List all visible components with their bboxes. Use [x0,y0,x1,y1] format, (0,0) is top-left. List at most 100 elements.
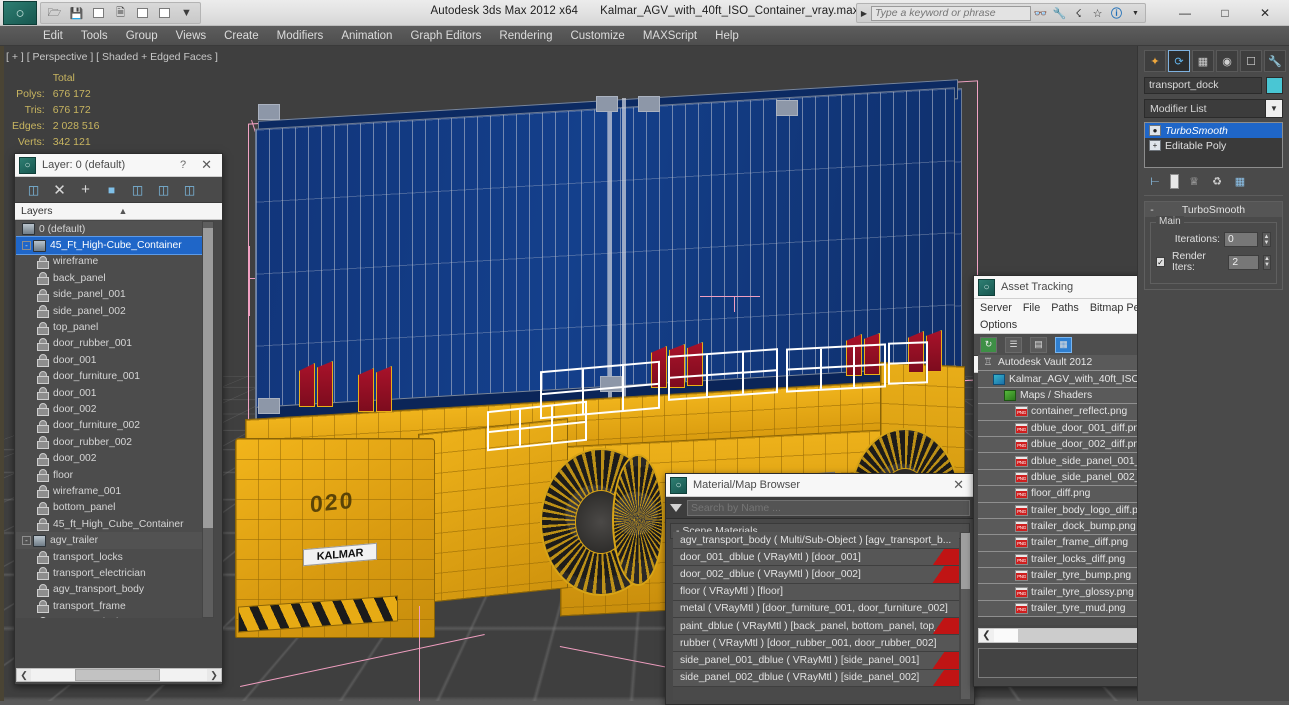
menu-item-create[interactable]: Create [215,28,268,44]
modifier-stack-item-turbosmooth[interactable]: ● TurboSmooth [1145,123,1282,138]
layer-row[interactable]: door_rubber_002 [16,434,212,450]
layer-column-header[interactable]: Layers ▲ [15,203,222,220]
search-input[interactable] [871,5,1031,21]
modifier-stack[interactable]: ● TurboSmooth + Editable Poly [1144,122,1283,168]
grid-view-icon[interactable]: ▦ [1055,336,1072,353]
remove-modifier-icon[interactable]: ♻ [1209,174,1225,189]
scroll-left-icon[interactable]: ❮ [979,630,994,641]
menu-item-graph-editors[interactable]: Graph Editors [401,28,490,44]
layer-row[interactable]: top_panel [16,319,212,335]
new-icon[interactable] [89,4,108,22]
layer-explorer-title-bar[interactable]: ○ Layer: 0 (default) ? ✕ [15,154,222,177]
render-iters-checkbox[interactable]: ✓ [1156,257,1166,267]
highlight-selected-icon[interactable]: ◫ [129,181,146,198]
delete-layer-icon[interactable]: ✕ [51,181,68,199]
iterations-spinner[interactable]: ▲ ▼ [1262,232,1271,247]
expand-collapse-icon[interactable]: - [22,536,31,546]
layer-row[interactable]: door_002 [16,450,212,466]
material-row[interactable]: floor ( VRayMtl ) [floor] [673,583,959,601]
render-iters-spinner[interactable]: ▲ ▼ [1262,254,1271,270]
render-iters-field[interactable]: 2 [1228,254,1259,270]
layer-row[interactable]: side_panel_001 [16,287,212,303]
configure-modifier-sets-icon[interactable]: ▦ [1232,174,1248,189]
expand-icon[interactable]: + [1149,140,1161,151]
rollout-header[interactable]: - TurboSmooth [1145,202,1282,217]
layer-vertical-scrollbar[interactable] [202,221,214,618]
layer-row[interactable]: agv_transport_body [16,582,212,598]
layer-row[interactable]: wireframe_001 [16,483,212,499]
lightbulb-icon[interactable]: ● [1149,125,1161,136]
scrollbar-track[interactable] [31,669,207,681]
menu-item-rendering[interactable]: Rendering [490,28,561,44]
import-icon[interactable]: 🗎 [111,4,130,22]
close-icon[interactable]: ✕ [195,157,218,173]
pin-stack-icon[interactable]: ⊢ [1147,174,1163,189]
menu-item-group[interactable]: Group [117,28,167,44]
menu-item-animation[interactable]: Animation [332,28,401,44]
menu-item-edit[interactable]: Edit [34,28,72,44]
expand-collapse-icon[interactable]: - [22,241,31,251]
save-icon[interactable]: 💾 [67,4,86,22]
select-objects-icon[interactable]: ◫ [155,181,172,198]
chevron-down-icon[interactable]: ▼ [177,4,196,22]
add-selection-icon[interactable]: + [77,181,94,198]
material-search-input[interactable] [687,499,970,516]
create-new-layer-icon[interactable]: ◫ [25,181,42,198]
menu-item-views[interactable]: Views [167,28,215,44]
app-logo-icon[interactable]: ○ [3,1,37,25]
modifier-list-dropdown[interactable]: Modifier List ▼ [1144,99,1283,118]
help-icon[interactable]: ? [171,159,195,171]
layer-row[interactable]: door_001 [16,352,212,368]
motion-tab-icon[interactable]: ◉ [1216,50,1238,72]
menu-item-file[interactable]: File [1023,302,1040,314]
material-row[interactable]: agv_transport_body ( Multi/Sub-Object ) … [673,532,959,550]
show-end-result-icon[interactable] [1170,174,1179,189]
material-row[interactable]: side_panel_002_dblue ( VRayMtl ) [side_p… [673,669,959,687]
scroll-right-icon[interactable]: ❯ [207,670,221,681]
chevron-up-icon[interactable]: ▲ [119,206,217,216]
iterations-field[interactable]: 0 [1224,232,1258,247]
list-view-icon[interactable]: ☰ [1005,336,1022,353]
menu-item-modifiers[interactable]: Modifiers [268,28,333,44]
menu-item-paths[interactable]: Paths [1051,302,1079,314]
modify-tab-icon[interactable]: ⟳ [1168,50,1190,72]
material-row[interactable]: door_001_dblue ( VRayMtl ) [door_001] [673,549,959,567]
object-name-field[interactable]: transport_dock [1144,77,1262,94]
material-row[interactable]: metal ( VRayMtl ) [door_furniture_001, d… [673,600,959,618]
open-icon[interactable]: 🗁 [45,4,64,22]
menu-item-tools[interactable]: Tools [72,28,117,44]
material-row[interactable]: rubber ( VRayMtl ) [door_rubber_001, doo… [673,635,959,653]
favorites-icon[interactable]: ☆ [1088,4,1107,22]
layer-row[interactable]: door_furniture_002 [16,418,212,434]
help-icon[interactable]: ⓘ [1107,4,1126,22]
redo-icon[interactable] [155,4,174,22]
search-expand-icon[interactable]: ▶ [857,9,871,18]
material-row[interactable]: side_panel_001_dblue ( VRayMtl ) [side_p… [673,652,959,670]
subscription-icon[interactable]: ☇ [1069,4,1088,22]
scrollbar-thumb[interactable] [75,669,160,681]
layer-row[interactable]: - agv_trailer [16,532,212,549]
scroll-left-icon[interactable]: ❮ [17,670,31,681]
menu-item-server[interactable]: Server [980,302,1012,314]
detail-view-icon[interactable]: ▤ [1030,336,1047,353]
layer-row[interactable]: transport_locks [16,549,212,565]
maximize-button[interactable]: □ [1205,1,1245,26]
scrollbar-thumb[interactable] [203,228,213,528]
filter-dropdown-icon[interactable] [670,503,682,512]
viewport-label[interactable]: [ + ] [ Perspective ] [ Shaded + Edged F… [6,51,218,63]
layer-row[interactable]: transport_electrician [16,565,212,581]
layer-row[interactable]: transport_dock [16,614,212,618]
make-unique-icon[interactable]: ♕ [1186,174,1202,189]
material-list[interactable]: agv_transport_body ( Multi/Sub-Object ) … [673,532,959,700]
layer-row[interactable]: door_002 [16,401,212,417]
layer-row[interactable]: floor [16,467,212,483]
help-dropdown-icon[interactable]: ▼ [1126,4,1145,22]
utilities-tab-icon[interactable]: 🔧 [1264,50,1286,72]
layer-row[interactable]: wireframe [16,254,212,270]
display-tab-icon[interactable]: ☐ [1240,50,1262,72]
menu-item-maxscript[interactable]: MAXScript [634,28,706,44]
layer-row[interactable]: door_rubber_001 [16,336,212,352]
wrench-icon[interactable]: 🔧 [1050,4,1069,22]
close-button[interactable]: ✕ [1245,1,1285,26]
menu-item-customize[interactable]: Customize [561,28,633,44]
